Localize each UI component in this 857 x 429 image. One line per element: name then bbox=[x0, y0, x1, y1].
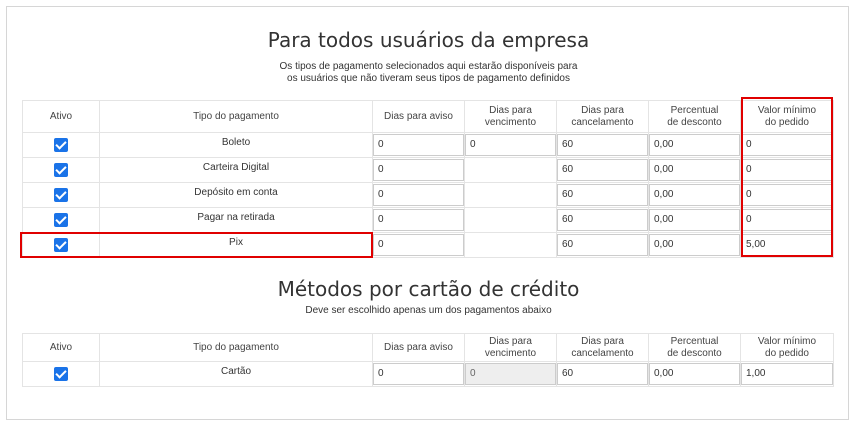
ativo-checkbox[interactable] bbox=[54, 367, 68, 381]
col-header-vencimento: Dias para vencimento bbox=[464, 333, 557, 362]
col-header-tipo: Tipo do pagamento bbox=[99, 333, 373, 362]
section-description-all-users: Os tipos de pagamento selecionados aqui … bbox=[279, 61, 578, 84]
percentual-desconto-input[interactable]: 0,00 bbox=[649, 363, 740, 385]
dias-vencimento-empty bbox=[464, 232, 557, 258]
table-row: Pagar na retirada 0 60 0,00 0 bbox=[22, 207, 834, 233]
col-header-aviso: Dias para aviso bbox=[372, 333, 465, 362]
valor-minimo-input[interactable]: 0 bbox=[741, 209, 833, 231]
section-description-credit-card: Deve ser escolhido apenas um dos pagamen… bbox=[305, 305, 552, 316]
dias-vencimento-empty bbox=[464, 207, 557, 233]
payment-type-name: Boleto bbox=[221, 136, 251, 148]
dias-vencimento-empty bbox=[464, 157, 557, 183]
col-header-ativo: Ativo bbox=[22, 333, 100, 362]
payment-type-name: Carteira Digital bbox=[202, 161, 270, 173]
table-header-row: Ativo Tipo do pagamento Dias para aviso … bbox=[22, 333, 834, 362]
dias-vencimento-input[interactable]: 0 bbox=[465, 134, 556, 156]
percentual-desconto-input[interactable]: 0,00 bbox=[649, 184, 740, 206]
valor-minimo-input[interactable]: 0 bbox=[741, 159, 833, 181]
payment-types-table: Ativo Tipo do pagamento Dias para aviso … bbox=[22, 100, 834, 258]
table-row: Pix 0 60 0,00 5,00 bbox=[22, 232, 834, 258]
credit-card-table: Ativo Tipo do pagamento Dias para aviso … bbox=[22, 333, 834, 387]
table-header-row: Ativo Tipo do pagamento Dias para aviso … bbox=[22, 100, 834, 133]
dias-cancelamento-input[interactable]: 60 bbox=[557, 363, 648, 385]
section-title-all-users: Para todos usuários da empresa bbox=[267, 28, 590, 52]
dias-aviso-input[interactable]: 0 bbox=[373, 184, 464, 206]
ativo-checkbox[interactable] bbox=[54, 188, 68, 202]
payment-type-name: Pagar na retirada bbox=[197, 211, 275, 223]
ativo-checkbox[interactable] bbox=[54, 238, 68, 252]
col-header-desconto: Percentual de desconto bbox=[648, 333, 741, 362]
percentual-desconto-input[interactable]: 0,00 bbox=[649, 159, 740, 181]
payment-type-name: Cartão bbox=[220, 365, 251, 377]
col-header-aviso: Dias para aviso bbox=[372, 100, 465, 133]
ativo-checkbox[interactable] bbox=[54, 138, 68, 152]
col-header-cancelamento: Dias para cancelamento bbox=[556, 100, 649, 133]
dias-vencimento-input: 0 bbox=[465, 363, 556, 385]
percentual-desconto-input[interactable]: 0,00 bbox=[649, 209, 740, 231]
col-header-tipo: Tipo do pagamento bbox=[99, 100, 373, 133]
dias-aviso-input[interactable]: 0 bbox=[373, 134, 464, 156]
col-header-ativo: Ativo bbox=[22, 100, 100, 133]
section-title-credit-card: Métodos por cartão de crédito bbox=[277, 277, 580, 301]
col-header-minimo: Valor mínimo do pedido bbox=[740, 100, 834, 133]
dias-aviso-input[interactable]: 0 bbox=[373, 159, 464, 181]
dias-aviso-input[interactable]: 0 bbox=[373, 234, 464, 256]
dias-aviso-input[interactable]: 0 bbox=[373, 209, 464, 231]
payment-type-name: Depósito em conta bbox=[194, 186, 278, 198]
table-row: Carteira Digital 0 60 0,00 0 bbox=[22, 157, 834, 183]
dias-cancelamento-input[interactable]: 60 bbox=[557, 159, 648, 181]
percentual-desconto-input[interactable]: 0,00 bbox=[649, 234, 740, 256]
col-header-cancelamento: Dias para cancelamento bbox=[556, 333, 649, 362]
percentual-desconto-input[interactable]: 0,00 bbox=[649, 134, 740, 156]
payment-type-name: Pix bbox=[229, 236, 243, 248]
valor-minimo-input[interactable]: 1,00 bbox=[741, 363, 833, 385]
table-row: Depósito em conta 0 60 0,00 0 bbox=[22, 182, 834, 208]
valor-minimo-input[interactable]: 5,00 bbox=[741, 234, 833, 256]
dias-cancelamento-input[interactable]: 60 bbox=[557, 184, 648, 206]
dias-vencimento-empty bbox=[464, 182, 557, 208]
ativo-checkbox[interactable] bbox=[54, 163, 68, 177]
valor-minimo-input[interactable]: 0 bbox=[741, 134, 833, 156]
col-header-minimo: Valor mínimo do pedido bbox=[740, 333, 834, 362]
table-row: Cartão 0 0 60 0,00 1,00 bbox=[22, 361, 834, 387]
dias-cancelamento-input[interactable]: 60 bbox=[557, 134, 648, 156]
col-header-vencimento: Dias para vencimento bbox=[464, 100, 557, 133]
dias-cancelamento-input[interactable]: 60 bbox=[557, 234, 648, 256]
ativo-checkbox[interactable] bbox=[54, 213, 68, 227]
table-row: Boleto 0 0 60 0,00 0 bbox=[22, 132, 834, 158]
col-header-desconto: Percentual de desconto bbox=[648, 100, 741, 133]
dias-cancelamento-input[interactable]: 60 bbox=[557, 209, 648, 231]
dias-aviso-input[interactable]: 0 bbox=[373, 363, 464, 385]
valor-minimo-input[interactable]: 0 bbox=[741, 184, 833, 206]
